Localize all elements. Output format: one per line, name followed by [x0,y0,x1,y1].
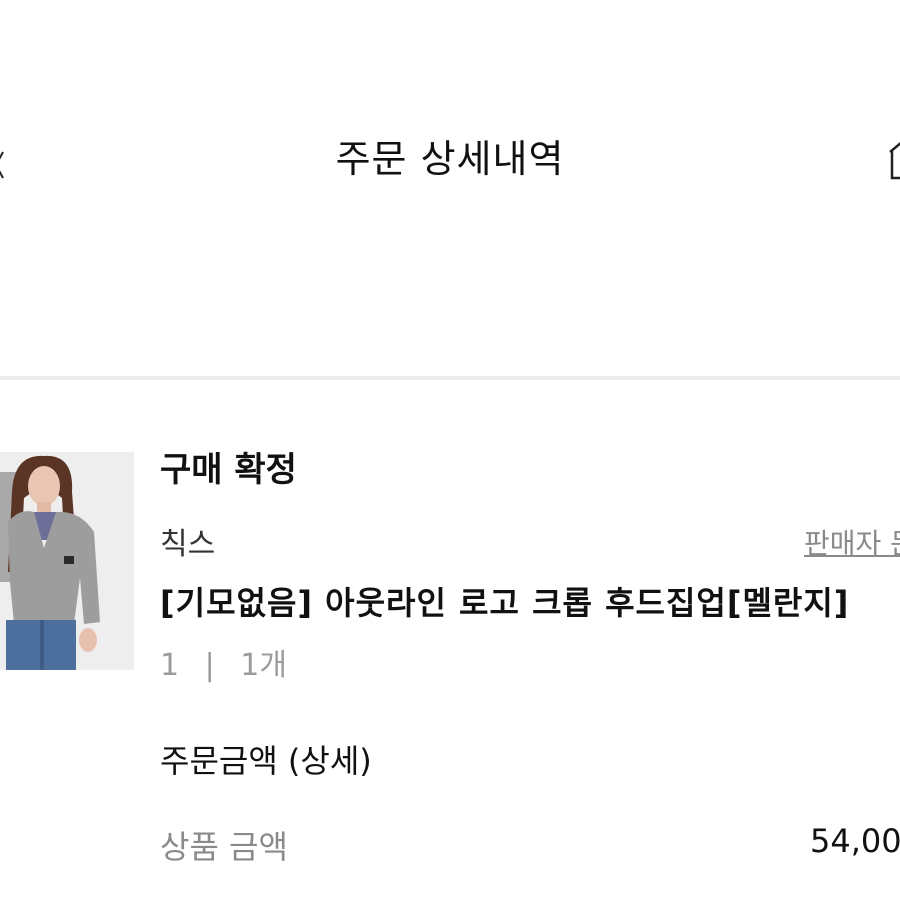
section-divider [0,376,900,380]
home-icon[interactable] [888,138,900,182]
order-status: 구매 확정 [160,450,297,490]
product-thumbnail[interactable] [0,452,134,670]
order-amount-section-title: 주문금액 (상세) [160,742,372,780]
store-name[interactable]: 칙스 [160,519,215,563]
product-photo [0,452,134,670]
header: 주문 상세내역 [0,0,900,310]
page-title: 주문 상세내역 [335,137,565,181]
product-option-quantity: 1 | 1개 [160,640,287,684]
product-amount-label: 상품 금액 [160,828,288,866]
contact-seller-link[interactable]: 판매자 문 [804,522,900,562]
product-amount-value: 54,000 [810,822,900,860]
product-option: 1 [160,648,180,683]
product-name[interactable]: [기모없음] 아웃라인 로고 크롭 후드집업[멜란지] [160,578,849,624]
separator: | [204,648,215,683]
product-quantity: 1개 [240,648,287,683]
